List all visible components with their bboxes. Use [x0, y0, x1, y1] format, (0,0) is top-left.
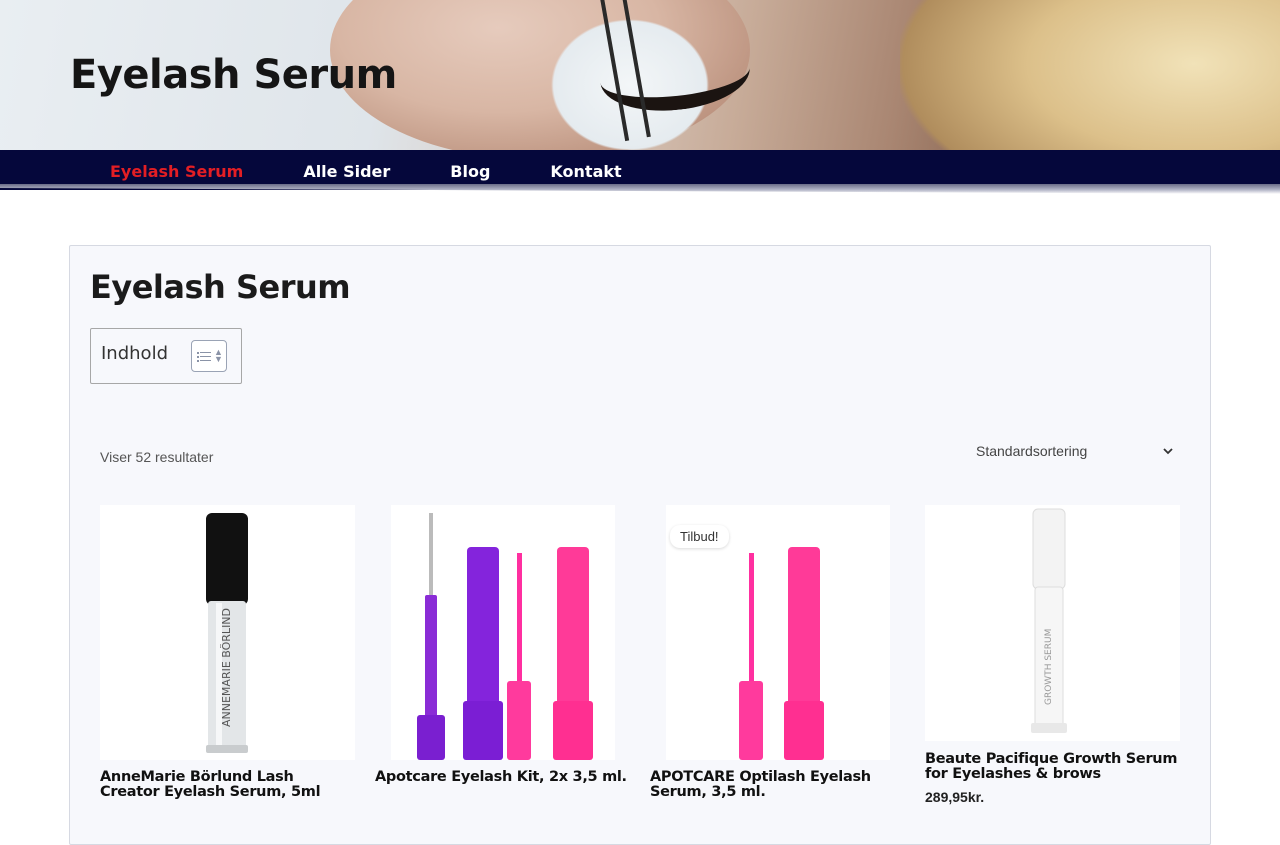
nav-item-blog[interactable]: Blog — [450, 162, 490, 181]
product-image[interactable] — [391, 505, 615, 760]
nav-item-eyelash-serum[interactable]: Eyelash Serum — [110, 162, 243, 181]
product-name[interactable]: AnneMarie Börlund Lash Creator Eyelash S… — [100, 770, 355, 800]
serum-kit-image — [417, 513, 593, 760]
table-of-contents: Indhold ▲ ▼ — [90, 328, 242, 384]
product-image[interactable]: Tilbud! — [666, 505, 890, 760]
product-image[interactable]: ANNEMARIE BÖRLIND — [100, 505, 355, 760]
svg-text:GROWTH SERUM: GROWTH SERUM — [1044, 629, 1054, 705]
result-count: Viser 52 resultater — [100, 449, 214, 465]
sort-dropdown[interactable]: Standardsortering — [966, 438, 1186, 468]
nav-item-kontakt[interactable]: Kontakt — [550, 162, 621, 181]
hero-hair-decoration — [900, 0, 1280, 150]
site-title[interactable]: Eyelash Serum — [70, 52, 397, 98]
svg-text:ANNEMARIE BÖRLIND: ANNEMARIE BÖRLIND — [220, 608, 233, 727]
main-navigation: Eyelash Serum Alle Sider Blog Kontakt — [0, 150, 1280, 194]
product-image[interactable]: GROWTH SERUM — [925, 505, 1180, 741]
chevron-down-icon — [1163, 448, 1173, 455]
page-title: Eyelash Serum — [90, 268, 351, 306]
content-area: Eyelash Serum Indhold ▲ ▼ Viser 52 result… — [69, 245, 1211, 845]
serum-tube-image: GROWTH SERUM — [1031, 508, 1067, 733]
product-name[interactable]: Beaute Pacifique Growth Serum for Eyelas… — [925, 752, 1185, 782]
sale-badge: Tilbud! — [670, 525, 729, 548]
product-name[interactable]: APOTCARE Optilash Eyelash Serum, 3,5 ml. — [650, 770, 912, 800]
sort-arrows-icon: ▲ ▼ — [214, 347, 223, 364]
toc-label: Indhold — [101, 343, 168, 364]
serum-tube-image: ANNEMARIE BÖRLIND — [206, 513, 248, 753]
nav-shadow — [0, 184, 1280, 194]
hero-banner: Eyelash Serum — [0, 0, 1280, 150]
toc-toggle-button[interactable]: ▲ ▼ — [191, 340, 227, 372]
sort-selected-value: Standardsortering — [976, 443, 1088, 459]
product-name[interactable]: Apotcare Eyelash Kit, 2x 3,5 ml. — [375, 770, 630, 785]
product-price: 289,95kr. — [925, 789, 985, 805]
nav-item-alle-sider[interactable]: Alle Sider — [303, 162, 390, 181]
nav-list: Eyelash Serum Alle Sider Blog Kontakt — [110, 162, 682, 181]
